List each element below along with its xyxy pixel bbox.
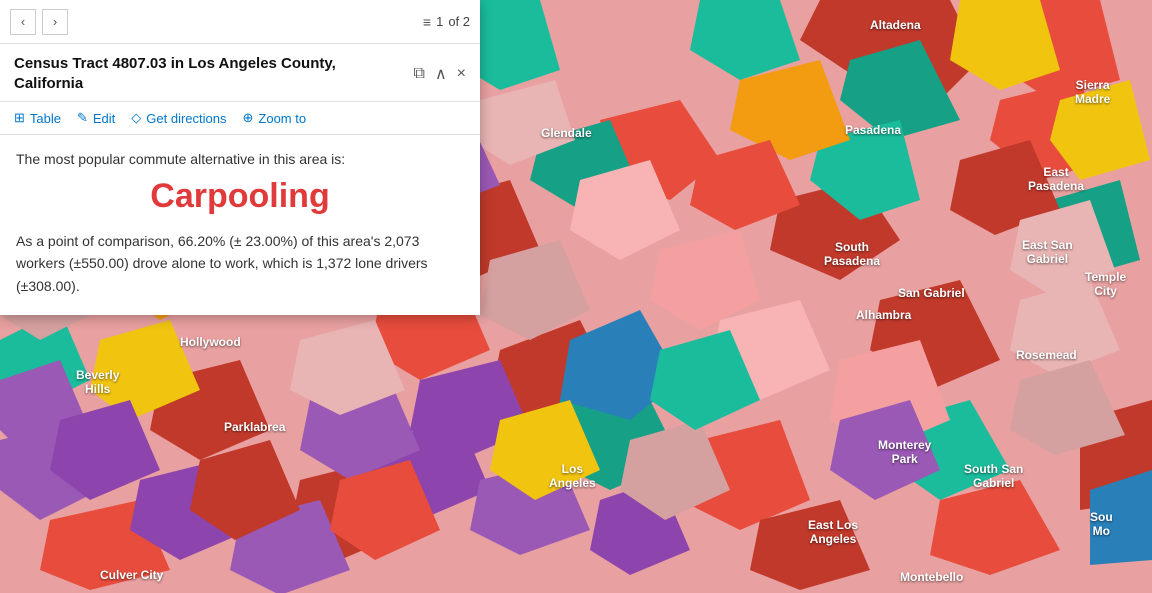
table-icon: ⊞ <box>14 110 25 126</box>
content-area: The most popular commute alternative in … <box>0 135 480 315</box>
zoom-icon: ⊕ <box>243 110 254 126</box>
zoom-label: Zoom to <box>258 111 306 126</box>
table-button[interactable]: ⊞ Table <box>14 110 61 126</box>
collapse-icon: ∧ <box>435 64 447 84</box>
table-label: Table <box>30 111 61 126</box>
directions-icon: ◇ <box>131 110 141 126</box>
title-actions: ⧉ ∧ × <box>414 64 467 84</box>
close-button[interactable]: × <box>457 65 466 83</box>
zoom-button[interactable]: ⊕ Zoom to <box>243 110 307 126</box>
edit-button[interactable]: ✎ Edit <box>77 110 115 126</box>
counter-of: of 2 <box>448 14 470 29</box>
commute-mode: Carpooling <box>16 177 464 216</box>
nav-arrows: ‹ › <box>10 9 68 35</box>
comparison-text: As a point of comparison, 66.20% (± 23.0… <box>16 230 464 297</box>
toolbar: ⊞ Table ✎ Edit ◇ Get directions ⊕ Zoom t… <box>0 102 480 135</box>
collapse-button[interactable]: ∧ <box>435 64 447 84</box>
list-icon: ≡ <box>423 14 431 30</box>
copy-button[interactable]: ⧉ <box>414 65 425 83</box>
popup-title: Census Tract 4807.03 in Los Angeles Coun… <box>14 54 404 93</box>
counter-current: 1 <box>436 14 443 29</box>
nav-counter: ≡ 1 of 2 <box>423 14 470 30</box>
intro-text: The most popular commute alternative in … <box>16 151 464 167</box>
popup-panel: ‹ › ≡ 1 of 2 Census Tract 4807.03 in Los… <box>0 0 480 315</box>
next-button[interactable]: › <box>42 9 68 35</box>
directions-button[interactable]: ◇ Get directions <box>131 110 226 126</box>
directions-label: Get directions <box>146 111 226 126</box>
title-bar: Census Tract 4807.03 in Los Angeles Coun… <box>0 44 480 102</box>
prev-button[interactable]: ‹ <box>10 9 36 35</box>
edit-label: Edit <box>93 111 115 126</box>
close-icon: × <box>457 65 466 83</box>
edit-icon: ✎ <box>77 110 88 126</box>
copy-icon: ⧉ <box>414 65 425 83</box>
nav-bar: ‹ › ≡ 1 of 2 <box>0 0 480 44</box>
